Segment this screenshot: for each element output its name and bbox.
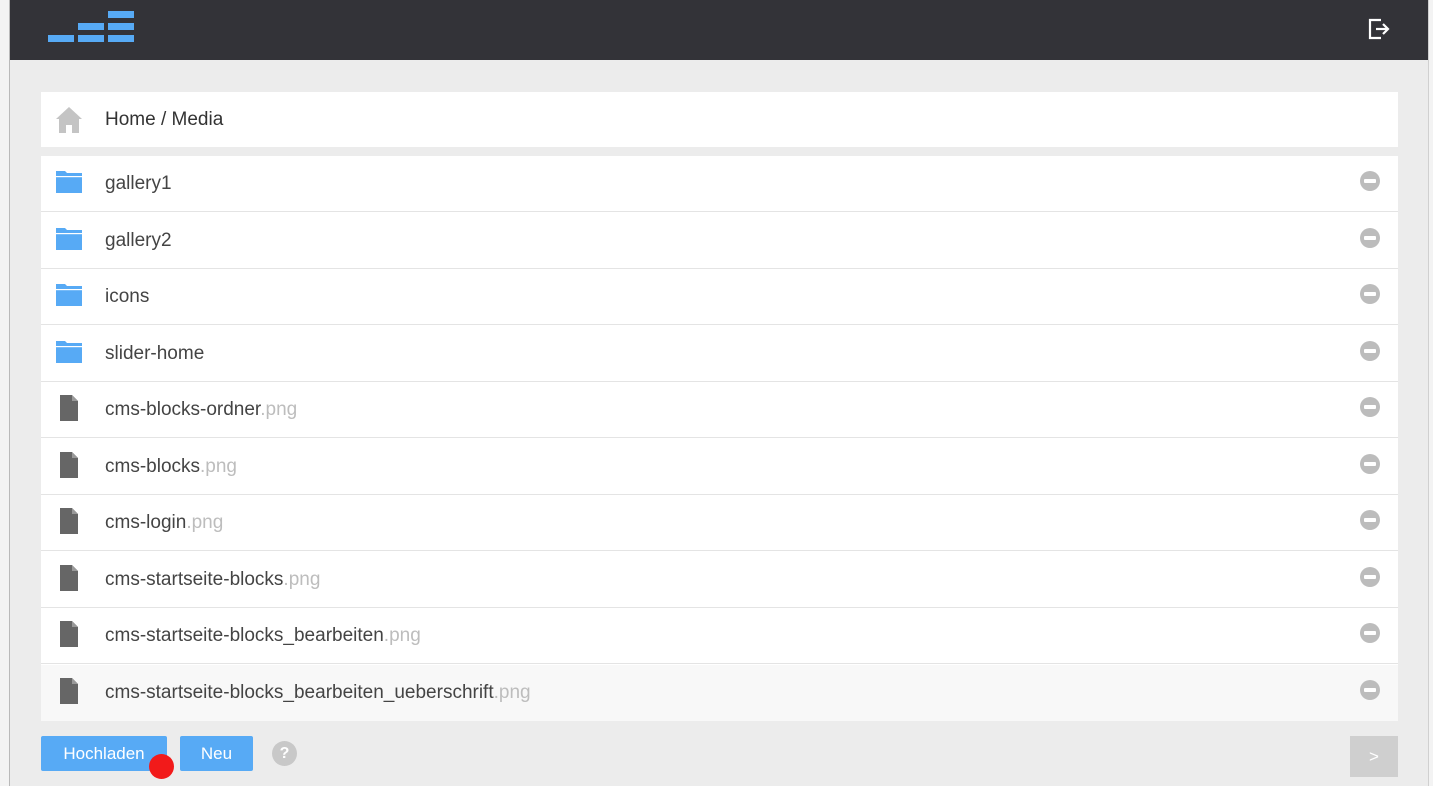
file-extension: .png [260, 399, 298, 420]
logout-icon[interactable] [1366, 16, 1392, 42]
next-page-button[interactable]: > [1350, 736, 1398, 777]
file-icon [60, 395, 78, 421]
remove-icon[interactable] [1360, 284, 1380, 304]
file-extension: .png [383, 625, 421, 646]
file-name: cms-startseite-blocks.png [105, 552, 320, 608]
remove-icon[interactable] [1360, 228, 1380, 248]
remove-icon[interactable] [1360, 341, 1380, 361]
remove-icon[interactable] [1360, 623, 1380, 643]
file-extension: .png [200, 456, 237, 477]
file-row[interactable]: cms-startseite-blocks_bearbeiten_uebersc… [41, 665, 1398, 721]
file-icon [60, 621, 78, 647]
folder-row[interactable]: icons [41, 269, 1398, 325]
item-name-text: icons [105, 286, 150, 307]
media-file-list: gallery1 gallery2 icons slider-home cms-bloc… [41, 156, 1398, 721]
folder-name: gallery1 [105, 156, 172, 212]
item-name-text: cms-startseite-blocks [105, 569, 284, 590]
item-name-text: gallery2 [105, 230, 172, 251]
remove-icon[interactable] [1360, 510, 1380, 530]
folder-row[interactable]: slider-home [41, 326, 1398, 382]
item-name-text: slider-home [105, 343, 205, 364]
breadcrumb-path[interactable]: Home / Media [105, 92, 223, 147]
file-extension: .png [186, 512, 224, 533]
top-navbar [10, 0, 1428, 60]
file-row[interactable]: cms-startseite-blocks.png [41, 552, 1398, 608]
item-name-text: cms-blocks-ordner [105, 399, 261, 420]
click-indicator [149, 754, 174, 779]
file-icon [60, 508, 78, 534]
file-name: cms-startseite-blocks_bearbeiten_uebersc… [105, 665, 531, 721]
item-name-text: cms-startseite-blocks_bearbeiten_uebersc… [105, 682, 494, 703]
home-icon[interactable] [55, 106, 83, 134]
bar-chart-logo-icon[interactable] [48, 11, 134, 43]
file-row[interactable]: cms-startseite-blocks_bearbeiten.png [41, 608, 1398, 664]
item-name-text: cms-blocks [105, 456, 201, 477]
folder-icon [56, 284, 82, 306]
file-icon [60, 565, 78, 591]
file-name: cms-login.png [105, 495, 223, 551]
help-icon[interactable]: ? [272, 741, 297, 766]
remove-icon[interactable] [1360, 567, 1380, 587]
file-row[interactable]: cms-blocks-ordner.png [41, 382, 1398, 438]
folder-row[interactable]: gallery1 [41, 156, 1398, 212]
remove-icon[interactable] [1360, 171, 1380, 191]
file-name: cms-blocks-ordner.png [105, 382, 297, 438]
breadcrumb: Home / Media [41, 92, 1398, 147]
new-button[interactable]: Neu [180, 736, 253, 771]
item-name-text: gallery1 [105, 173, 172, 194]
window-right-border [1428, 0, 1433, 786]
file-extension: .png [283, 569, 321, 590]
remove-icon[interactable] [1360, 397, 1380, 417]
file-icon [60, 678, 78, 704]
folder-name: slider-home [105, 326, 204, 382]
remove-icon[interactable] [1360, 680, 1380, 700]
folder-name: gallery2 [105, 213, 172, 269]
item-name-text: cms-startseite-blocks_bearbeiten [105, 625, 384, 646]
item-name-text: cms-login [105, 512, 187, 533]
folder-row[interactable]: gallery2 [41, 213, 1398, 269]
file-extension: .png [493, 682, 531, 703]
file-name: cms-startseite-blocks_bearbeiten.png [105, 608, 421, 664]
folder-name: icons [105, 269, 149, 325]
folder-icon [56, 341, 82, 363]
window-left-border [0, 0, 10, 786]
folder-icon [56, 171, 82, 193]
folder-icon [56, 228, 82, 250]
file-icon [60, 452, 78, 478]
file-name: cms-blocks.png [105, 439, 237, 495]
remove-icon[interactable] [1360, 454, 1380, 474]
file-row[interactable]: cms-blocks.png [41, 439, 1398, 495]
file-row[interactable]: cms-login.png [41, 495, 1398, 551]
